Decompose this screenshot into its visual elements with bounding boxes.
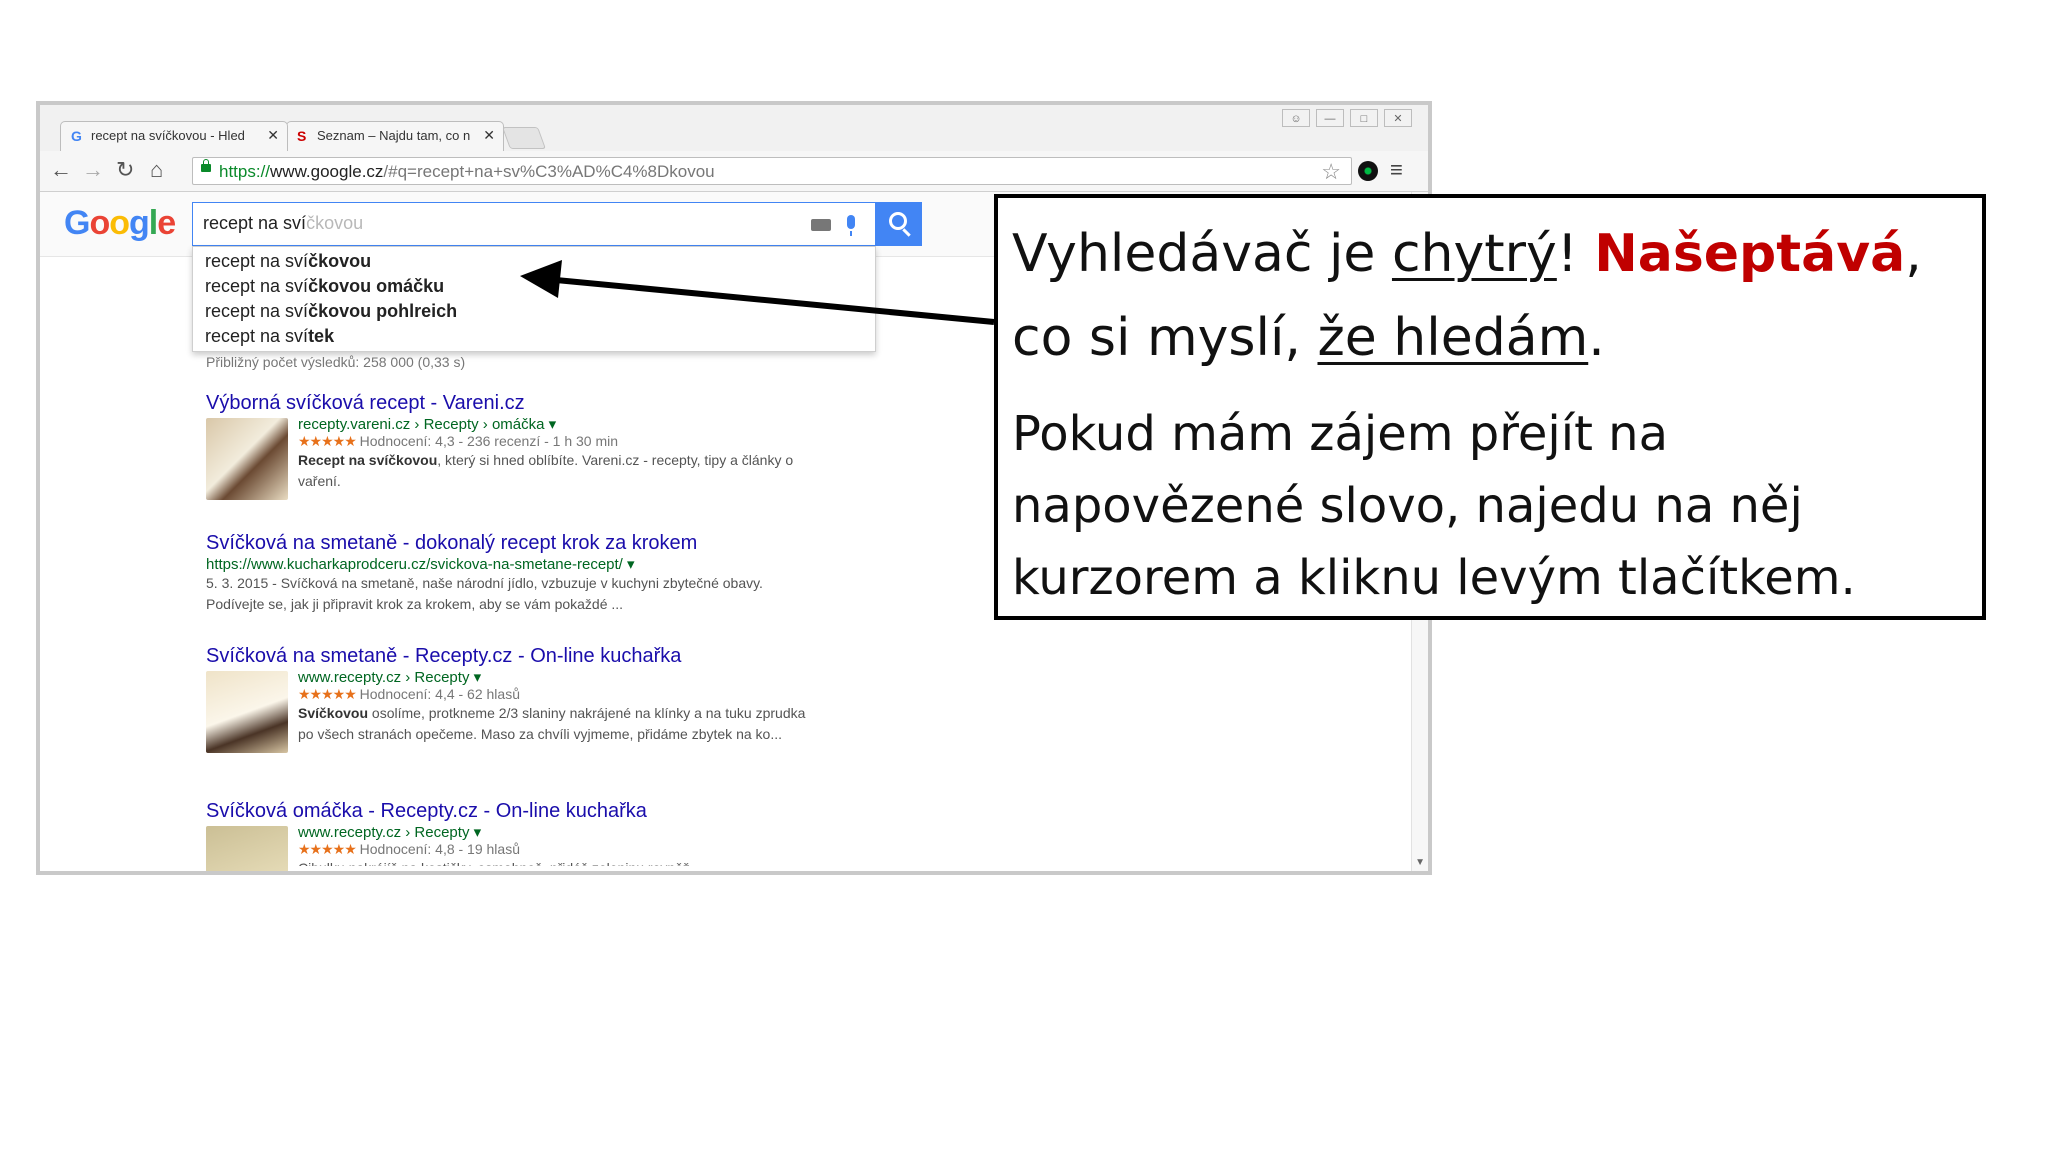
bookmark-star-icon[interactable]: ☆ (1321, 159, 1341, 185)
google-favicon-icon: G (71, 128, 82, 144)
reload-icon[interactable]: ↻ (116, 159, 134, 181)
tab-strip: G recept na svíčkovou - Hled ✕ S Seznam … (40, 105, 1428, 151)
search-query: recept na svíčkovou (203, 213, 364, 233)
callout-body-line: Pokud mám zájem přejít na (1012, 406, 1669, 462)
url-text: https://www.google.cz/#q=recept+na+sv%C3… (219, 162, 715, 181)
logo-letter: e (157, 204, 176, 242)
minimize-icon[interactable]: — (1316, 109, 1344, 127)
autocomplete-dropdown: recept na svíčkovou recept na svíčkovou … (192, 246, 876, 352)
result-thumbnail[interactable] (206, 418, 288, 500)
result-rating: ★★★★★ Hodnocení: 4,8 - 19 hlasů (298, 841, 520, 857)
search-button[interactable] (876, 202, 922, 246)
logo-letter: G (64, 204, 90, 242)
result-url[interactable]: www.recepty.cz › Recepty ▾ (298, 823, 808, 841)
result-title-link[interactable]: Svíčková na smetaně - dokonalý recept kr… (206, 532, 806, 555)
person-icon[interactable]: ☺ (1282, 109, 1310, 127)
result-snippet: Recept na svíčkovou, který si hned oblíb… (298, 452, 794, 489)
result-url[interactable]: www.recepty.cz › Recepty ▾ (298, 668, 808, 686)
new-tab-button[interactable] (501, 127, 547, 149)
logo-letter: g (129, 204, 150, 242)
logo-letter: l (148, 204, 159, 242)
result-rating: ★★★★★ Hodnocení: 4,3 - 236 recenzí - 1 h… (298, 433, 619, 449)
close-icon[interactable]: ✕ (1384, 109, 1412, 127)
home-icon[interactable]: ⌂ (150, 159, 163, 181)
result-title-link[interactable]: Svíčková na smetaně - Recepty.cz - On-li… (206, 645, 808, 668)
search-result: Výborná svíčková recept - Vareni.cz rece… (206, 392, 798, 500)
tab-label: recept na svíčkovou - Hled (91, 128, 245, 143)
suggestion-item[interactable]: recept na svíčkovou pohlreich (205, 301, 457, 322)
tab-label: Seznam – Najdu tam, co n (317, 128, 471, 143)
lock-icon (201, 159, 211, 172)
keyboard-icon[interactable] (811, 219, 831, 231)
result-snippet: 5. 3. 2015 - Svíčková na smetaně, naše n… (206, 575, 763, 612)
result-url[interactable]: recepty.vareni.cz › Recepty › omáčka ▾ (298, 415, 798, 433)
result-url[interactable]: https://www.kucharkaprodceru.cz/svickova… (206, 555, 806, 573)
back-icon[interactable]: ← (50, 159, 72, 181)
menu-icon[interactable]: ≡ (1390, 159, 1403, 181)
result-thumbnail[interactable] (206, 671, 288, 753)
suggestion-item[interactable]: recept na svítek (205, 326, 334, 347)
close-tab-icon[interactable]: ✕ (267, 127, 279, 144)
callout-heading-line1: Vyhledávač je chytrý! Našeptává, (1012, 224, 1922, 284)
seznam-favicon-icon: S (297, 128, 307, 144)
callout-body-line: kurzorem a kliknu levým tlačítkem. (1012, 550, 1856, 606)
address-bar[interactable]: https://www.google.cz/#q=recept+na+sv%C3… (192, 157, 1352, 185)
search-result: Svíčková na smetaně - Recepty.cz - On-li… (206, 645, 808, 753)
result-snippet: Svíčkovou osolíme, protkneme 2/3 slaniny… (298, 705, 806, 742)
search-result: Svíčková na smetaně - dokonalý recept kr… (206, 532, 806, 615)
close-tab-icon[interactable]: ✕ (483, 127, 495, 144)
tab-seznam[interactable]: S Seznam – Najdu tam, co n ✕ (286, 121, 504, 151)
callout-body-line: napovězené slovo, najedu na něj (1012, 478, 1803, 534)
result-snippet: Cibulku nakrájíš na kostičky, osmahneš, … (298, 858, 808, 866)
search-icon (889, 212, 907, 230)
result-title-link[interactable]: Výborná svíčková recept - Vareni.cz (206, 392, 798, 415)
microphone-icon[interactable] (847, 215, 855, 236)
browser-toolbar: ← → ↻ ⌂ https://www.google.cz/#q=recept+… (40, 151, 1428, 192)
result-title-link[interactable]: Svíčková omáčka - Recepty.cz - On-line k… (206, 800, 808, 823)
google-logo[interactable]: Google (64, 204, 176, 243)
extension-icon[interactable] (1358, 161, 1378, 181)
forward-icon[interactable]: → (82, 159, 104, 181)
suggestion-item[interactable]: recept na svíčkovou omáčku (205, 276, 444, 297)
callout-heading-line2: co si myslí, že hledám. (1012, 308, 1605, 368)
restore-icon[interactable]: □ (1350, 109, 1378, 127)
logo-letter: o (89, 204, 110, 242)
result-thumbnail[interactable] (206, 826, 288, 871)
suggestion-item[interactable]: recept na svíčkovou (205, 251, 371, 272)
search-result: Svíčková omáčka - Recepty.cz - On-line k… (206, 800, 808, 871)
logo-letter: o (109, 204, 130, 242)
callout-body: Pokud mám zájem přejít na napovězené slo… (1012, 398, 1968, 614)
explanation-callout: Vyhledávač je chytrý! Našeptává, co si m… (994, 194, 1986, 620)
result-stats: Přibližný počet výsledků: 258 000 (0,33 … (206, 354, 466, 370)
result-rating: ★★★★★ Hodnocení: 4,4 - 62 hlasů (298, 686, 520, 702)
scroll-down-icon[interactable]: ▼ (1415, 857, 1425, 868)
tab-google[interactable]: G recept na svíčkovou - Hled ✕ (60, 121, 288, 151)
search-input[interactable]: recept na svíčkovou (192, 202, 876, 246)
